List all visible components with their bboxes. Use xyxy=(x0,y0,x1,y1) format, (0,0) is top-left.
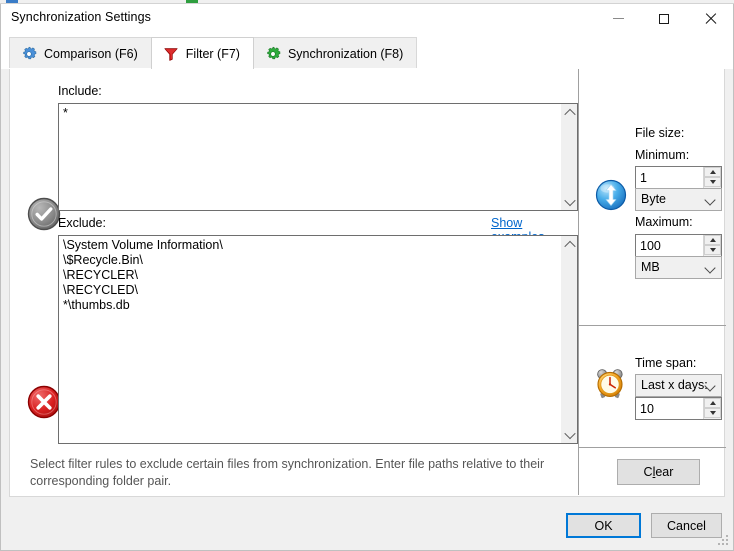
tab-bar: Comparison (F6) Filter (F7) xyxy=(1,33,733,69)
time-span-increment-icon[interactable] xyxy=(704,398,721,408)
section-divider-clear xyxy=(579,447,726,448)
filter-hint-text: Select filter rules to exclude certain f… xyxy=(30,456,550,490)
minimize-icon xyxy=(613,18,624,19)
blue-updown-arrow-icon xyxy=(595,179,627,211)
exclude-filter-input[interactable] xyxy=(63,238,561,443)
cancel-button[interactable]: Cancel xyxy=(651,513,722,538)
clear-button[interactable]: Clear xyxy=(617,459,700,485)
chevron-down-icon xyxy=(704,194,715,205)
exclude-scrollbar[interactable] xyxy=(560,236,577,443)
maximum-size-stepper[interactable] xyxy=(635,234,722,257)
minimum-size-stepper[interactable] xyxy=(635,166,722,189)
red-cross-circle-icon xyxy=(26,384,62,420)
minimum-size-input[interactable] xyxy=(640,167,702,188)
filter-rules-pane: Include: xyxy=(10,69,578,495)
maximum-size-spin-buttons[interactable] xyxy=(703,235,721,256)
window-title: Synchronization Settings xyxy=(11,10,151,24)
close-icon xyxy=(704,12,717,25)
minimum-label: Minimum: xyxy=(635,148,689,162)
chevron-down-icon xyxy=(704,262,715,273)
include-label: Include: xyxy=(58,84,102,98)
time-span-mode-dropdown[interactable]: Last x days: xyxy=(635,374,722,397)
exclude-filter-textarea-wrapper[interactable] xyxy=(58,235,578,444)
file-size-section-label: File size: xyxy=(635,126,684,140)
minimize-button[interactable] xyxy=(595,4,641,33)
maximum-size-increment-icon[interactable] xyxy=(704,235,721,245)
time-span-days-input[interactable] xyxy=(640,398,702,419)
time-span-spin-buttons[interactable] xyxy=(703,398,721,419)
tab-comparison-label: Comparison (F6) xyxy=(44,47,138,61)
resize-grip-icon[interactable] xyxy=(718,535,730,547)
tab-filter[interactable]: Filter (F7) xyxy=(151,37,254,69)
alarm-clock-icon xyxy=(594,367,626,399)
section-divider-time xyxy=(579,325,726,326)
title-bar: Synchronization Settings xyxy=(1,4,733,33)
include-scroll-down-icon[interactable] xyxy=(561,193,578,210)
dialog-footer: OK Cancel xyxy=(1,498,733,550)
tab-comparison[interactable]: Comparison (F6) xyxy=(9,37,152,69)
tab-synchronization-label: Synchronization (F8) xyxy=(288,47,403,61)
maximize-button[interactable] xyxy=(641,4,687,33)
dialog-window: Synchronization Settings xyxy=(0,4,734,551)
tab-filter-label: Filter (F7) xyxy=(186,47,240,61)
blue-gear-icon xyxy=(21,46,37,62)
maximum-size-unit-dropdown[interactable]: MB xyxy=(635,256,722,279)
include-scrollbar[interactable] xyxy=(560,104,577,210)
include-filter-textarea-wrapper[interactable] xyxy=(58,103,578,211)
ok-button[interactable]: OK xyxy=(566,513,641,538)
exclude-scroll-down-icon[interactable] xyxy=(561,426,578,443)
include-scroll-up-icon[interactable] xyxy=(561,104,578,121)
maximize-icon xyxy=(659,14,669,24)
exclude-label: Exclude: xyxy=(58,216,106,230)
maximum-size-unit-value: MB xyxy=(641,260,660,274)
filter-panel: Include: xyxy=(9,69,725,497)
tab-synchronization[interactable]: Synchronization (F8) xyxy=(253,37,417,69)
gray-check-circle-icon xyxy=(26,196,62,232)
minimum-size-spin-buttons[interactable] xyxy=(703,167,721,188)
close-button[interactable] xyxy=(687,4,733,33)
exclude-scroll-up-icon[interactable] xyxy=(561,236,578,253)
maximum-label: Maximum: xyxy=(635,215,693,229)
minimum-size-unit-value: Byte xyxy=(641,192,666,206)
maximum-size-input[interactable] xyxy=(640,235,702,256)
clear-button-suffix: ear xyxy=(655,465,673,479)
minimum-size-decrement-icon[interactable] xyxy=(704,177,721,187)
red-funnel-icon xyxy=(163,46,179,62)
time-span-section-label: Time span: xyxy=(635,356,696,370)
time-span-days-stepper[interactable] xyxy=(635,397,722,420)
time-span-decrement-icon[interactable] xyxy=(704,408,721,418)
maximum-size-decrement-icon[interactable] xyxy=(704,245,721,255)
synchronization-settings-dialog: Synchronization Settings xyxy=(0,0,734,551)
green-gear-icon xyxy=(265,46,281,62)
size-and-time-pane: File size: xyxy=(579,69,726,495)
time-span-mode-value: Last x days: xyxy=(641,378,708,392)
minimum-size-unit-dropdown[interactable]: Byte xyxy=(635,188,722,211)
minimum-size-increment-icon[interactable] xyxy=(704,167,721,177)
include-filter-input[interactable] xyxy=(63,106,561,210)
clear-button-prefix: C xyxy=(644,465,653,479)
